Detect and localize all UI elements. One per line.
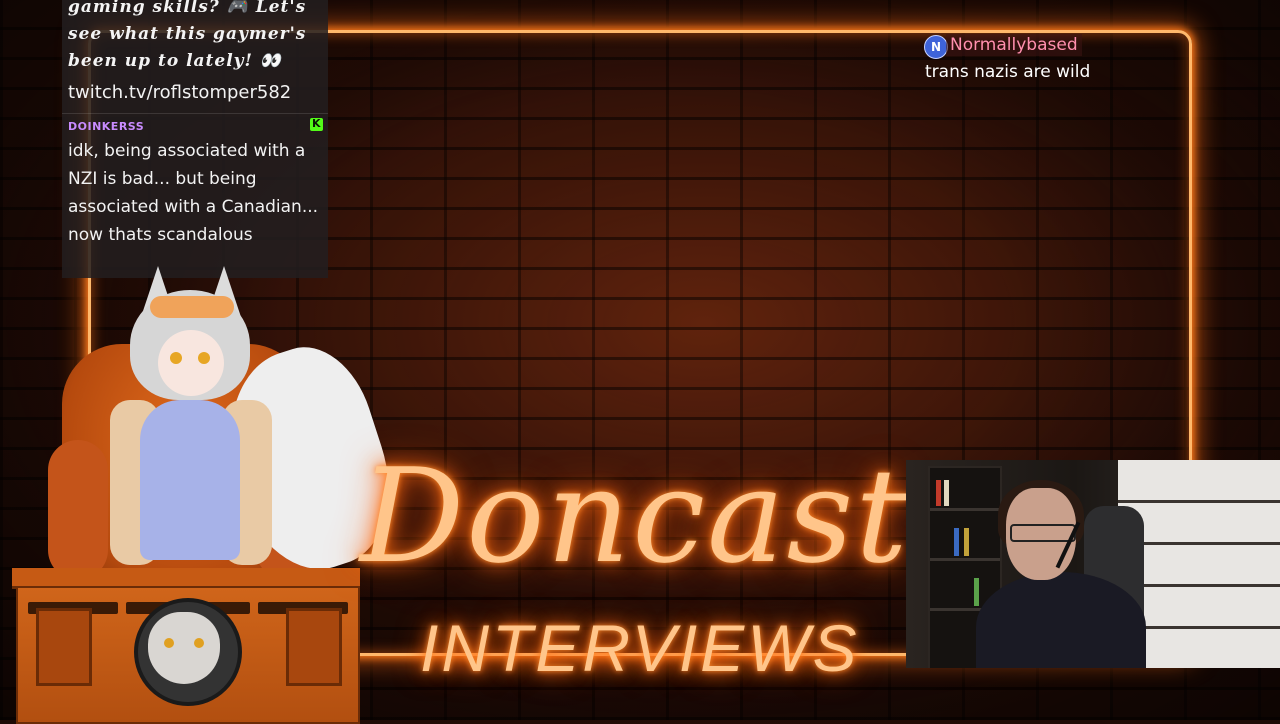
character-hat bbox=[150, 296, 234, 318]
cat-logo-icon bbox=[148, 612, 220, 684]
chat-message-2-text: idk, being associated with a NZI is bad.… bbox=[68, 141, 319, 245]
cat-logo-eye-left bbox=[164, 638, 174, 648]
shelf-board bbox=[1118, 500, 1280, 503]
shelf-board bbox=[930, 558, 1000, 561]
webcam-feed bbox=[906, 460, 1280, 668]
character-eye-right bbox=[198, 352, 210, 364]
chat-message-1: gaming skills? 🎮 Let's see what this gay… bbox=[68, 0, 326, 75]
character-top bbox=[140, 400, 240, 560]
book bbox=[954, 528, 959, 556]
chat-message-1-line-2: see what this gaymer's bbox=[68, 24, 307, 44]
cat-logo-eye-right bbox=[194, 638, 204, 648]
character-face bbox=[158, 330, 224, 396]
avatar: N bbox=[924, 35, 948, 59]
chat-divider bbox=[62, 113, 328, 114]
chat-message-1-line-1: gaming skills? 🎮 Let's bbox=[68, 0, 307, 17]
book bbox=[936, 480, 941, 506]
desk-panel-left bbox=[36, 608, 92, 686]
armchair-arm-left bbox=[48, 440, 108, 580]
character-eye-left bbox=[170, 352, 182, 364]
chat-message-1-link: twitch.tv/roflstomper582 bbox=[68, 82, 292, 103]
book bbox=[964, 528, 969, 556]
chat-message-1-line-3: been up to lately! 👀 bbox=[68, 51, 283, 71]
desk-panel-right bbox=[286, 608, 342, 686]
show-subtitle: INTERVIEWS bbox=[420, 611, 860, 685]
top-right-chat-text: trans nazis are wild bbox=[925, 62, 1091, 82]
kick-icon bbox=[310, 117, 323, 131]
chat-username: DOINKERSS bbox=[68, 120, 145, 133]
shelf-board bbox=[930, 508, 1000, 511]
top-right-chat-username: Normallybased bbox=[946, 34, 1082, 56]
book bbox=[944, 480, 949, 506]
show-title: Doncast bbox=[360, 440, 910, 592]
book bbox=[974, 578, 979, 606]
glasses bbox=[1010, 524, 1076, 542]
chat-overlay-panel: gaming skills? 🎮 Let's see what this gay… bbox=[62, 0, 328, 278]
